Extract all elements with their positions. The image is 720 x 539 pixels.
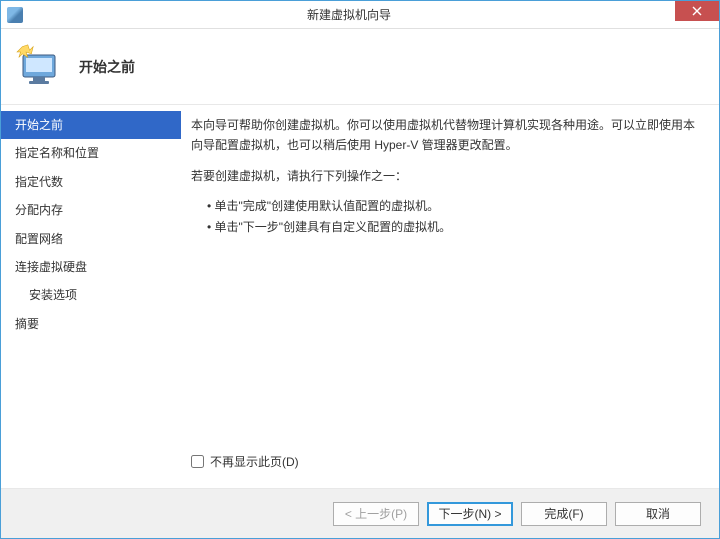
sidebar-item-summary[interactable]: 摘要 — [1, 310, 181, 338]
prompt-text: 若要创建虚拟机，请执行下列操作之一： — [191, 166, 699, 186]
bullet-next: 单击"下一步"创建具有自定义配置的虚拟机。 — [207, 217, 699, 237]
titlebar: 新建虚拟机向导 — [1, 1, 719, 29]
wizard-footer: < 上一步(P) 下一步(N) > 完成(F) 取消 — [1, 488, 719, 538]
previous-button: < 上一步(P) — [333, 502, 419, 526]
sidebar-item-memory[interactable]: 分配内存 — [1, 196, 181, 224]
sidebar-item-install-options[interactable]: 安装选项 — [1, 281, 181, 309]
window-title: 新建虚拟机向导 — [23, 6, 675, 23]
dont-show-again-row[interactable]: 不再显示此页(D) — [191, 452, 699, 472]
wizard-content: 本向导可帮助你创建虚拟机。你可以使用虚拟机代替物理计算机实现各种用途。可以立即使… — [181, 105, 719, 488]
sidebar-item-vhd[interactable]: 连接虚拟硬盘 — [1, 253, 181, 281]
bullet-finish: 单击"完成"创建使用默认值配置的虚拟机。 — [207, 196, 699, 216]
wizard-body: 开始之前 指定名称和位置 指定代数 分配内存 配置网络 连接虚拟硬盘 安装选项 … — [1, 104, 719, 488]
bullet-list: 单击"完成"创建使用默认值配置的虚拟机。 单击"下一步"创建具有自定义配置的虚拟… — [207, 196, 699, 237]
close-button[interactable] — [675, 1, 719, 21]
close-icon — [692, 6, 702, 16]
intro-text: 本向导可帮助你创建虚拟机。你可以使用虚拟机代替物理计算机实现各种用途。可以立即使… — [191, 115, 699, 156]
vm-wizard-icon — [15, 43, 63, 91]
wizard-steps-sidebar: 开始之前 指定名称和位置 指定代数 分配内存 配置网络 连接虚拟硬盘 安装选项 … — [1, 105, 181, 488]
sidebar-item-before-begin[interactable]: 开始之前 — [1, 111, 181, 139]
sidebar-item-generation[interactable]: 指定代数 — [1, 168, 181, 196]
sidebar-item-name-location[interactable]: 指定名称和位置 — [1, 139, 181, 167]
sidebar-item-network[interactable]: 配置网络 — [1, 225, 181, 253]
dont-show-again-label: 不再显示此页(D) — [210, 452, 299, 472]
wizard-window: 新建虚拟机向导 开始之前 开始之前 指定名称和位置 指定代数 分配内存 配置网络… — [0, 0, 720, 539]
next-button[interactable]: 下一步(N) > — [427, 502, 513, 526]
page-title: 开始之前 — [79, 57, 135, 77]
finish-button[interactable]: 完成(F) — [521, 502, 607, 526]
dont-show-again-checkbox[interactable] — [191, 455, 204, 468]
cancel-button[interactable]: 取消 — [615, 502, 701, 526]
app-icon — [7, 7, 23, 23]
wizard-header: 开始之前 — [1, 29, 719, 104]
